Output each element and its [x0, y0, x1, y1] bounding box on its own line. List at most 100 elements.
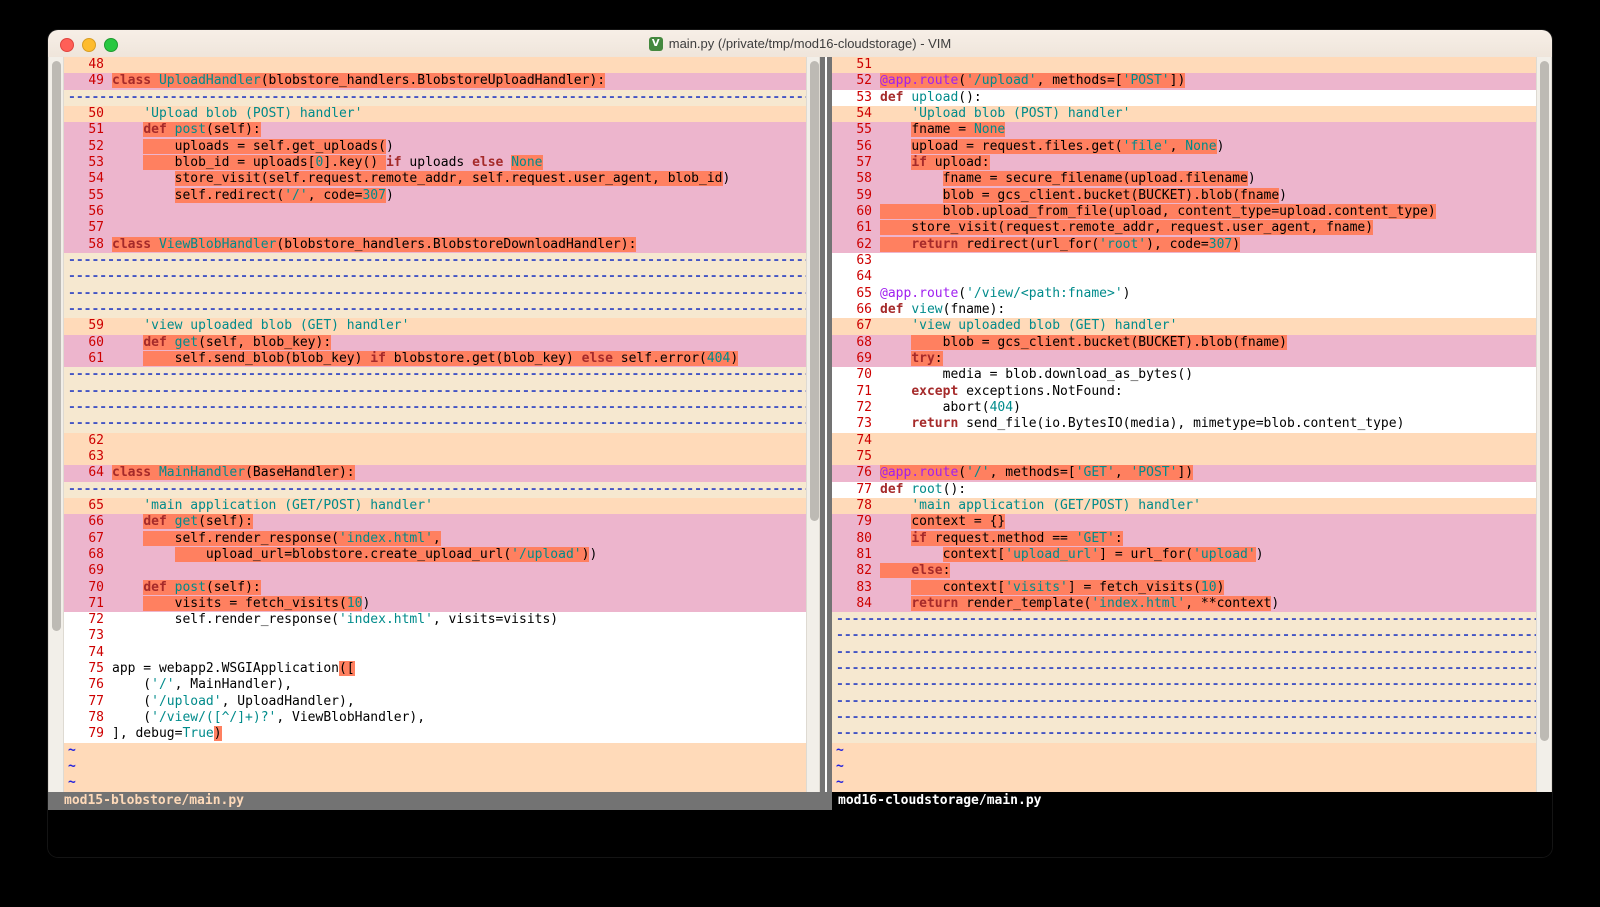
code-line[interactable]: 82 else:: [832, 563, 1536, 579]
code-line[interactable]: 83 context['visits'] = fetch_visits(10): [832, 580, 1536, 596]
right-scrollbar-thumb[interactable]: [1540, 61, 1549, 741]
code-line[interactable]: 72 self.render_response('index.html', vi…: [64, 612, 806, 628]
code-line[interactable]: 76@app.route('/', methods=['GET', 'POST'…: [832, 465, 1536, 481]
right-status-line[interactable]: mod16-cloudstorage/main.py: [832, 792, 1552, 810]
code-line[interactable]: 75app = webapp2.WSGIApplication([: [64, 661, 806, 677]
code-line[interactable]: 60 blob.upload_from_file(upload, content…: [832, 204, 1536, 220]
line-number: 64: [68, 465, 112, 481]
code-line[interactable]: 75: [832, 449, 1536, 465]
code-line[interactable]: 52@app.route('/upload', methods=['POST']…: [832, 73, 1536, 89]
line-number: 56: [836, 139, 880, 155]
code-line[interactable]: 65@app.route('/view/<path:fname>'): [832, 286, 1536, 302]
code-line[interactable]: 55 self.redirect('/', code=307): [64, 188, 806, 204]
line-number: 54: [836, 106, 880, 122]
code-line[interactable]: 64class MainHandler(BaseHandler):: [64, 465, 806, 481]
code-line[interactable]: 53 blob_id = uploads[0].key() if uploads…: [64, 155, 806, 171]
code-line[interactable]: 74: [64, 645, 806, 661]
right-buffer-lines: 5152@app.route('/upload', methods=['POST…: [832, 57, 1536, 792]
code-line[interactable]: 60 def get(self, blob_key):: [64, 335, 806, 351]
code-line[interactable]: 48: [64, 57, 806, 73]
right-scrollbar-track[interactable]: [1536, 57, 1552, 792]
code-line[interactable]: 78 'main application (GET/POST) handler': [832, 498, 1536, 514]
code-line[interactable]: 61 store_visit(request.remote_addr, requ…: [832, 220, 1536, 236]
code-line[interactable]: 49class UploadHandler(blobstore_handlers…: [64, 73, 806, 89]
code-line[interactable]: 70 media = blob.download_as_bytes(): [832, 367, 1536, 383]
diff-filler-line: ----------------------------------------…: [832, 628, 1536, 644]
diff-filler-line: ----------------------------------------…: [832, 645, 1536, 661]
code-line[interactable]: 62: [64, 433, 806, 449]
code-line[interactable]: 66def view(fname):: [832, 302, 1536, 318]
minimize-button[interactable]: [82, 38, 96, 52]
code-line[interactable]: 70 def post(self):: [64, 580, 806, 596]
middle-scrollbar-track[interactable]: [806, 57, 820, 792]
code-line[interactable]: 63: [64, 449, 806, 465]
code-line[interactable]: 78 ('/view/([^/]+)?', ViewBlobHandler),: [64, 710, 806, 726]
code-line[interactable]: 55 fname = None: [832, 122, 1536, 138]
left-editor-pane[interactable]: 4849class UploadHandler(blobstore_handle…: [64, 57, 806, 792]
code-line[interactable]: 64: [832, 269, 1536, 285]
code-line[interactable]: 63: [832, 253, 1536, 269]
code-line[interactable]: 66 def get(self):: [64, 514, 806, 530]
close-button[interactable]: [60, 38, 74, 52]
code-line[interactable]: 50 'Upload blob (POST) handler': [64, 106, 806, 122]
zoom-button[interactable]: [104, 38, 118, 52]
code-line[interactable]: 84 return render_template('index.html', …: [832, 596, 1536, 612]
code-line[interactable]: 56: [64, 204, 806, 220]
code-line[interactable]: 56 upload = request.files.get('file', No…: [832, 139, 1536, 155]
code-line[interactable]: 68 upload_url=blobstore.create_upload_ur…: [64, 547, 806, 563]
code-line[interactable]: 62 return redirect(url_for('root'), code…: [832, 237, 1536, 253]
code-line[interactable]: 57 if upload:: [832, 155, 1536, 171]
code-line[interactable]: 79 context = {}: [832, 514, 1536, 530]
line-number: 79: [68, 726, 112, 742]
line-number: 63: [68, 449, 112, 465]
code-line[interactable]: 59 'view uploaded blob (GET) handler': [64, 318, 806, 334]
left-scrollbar-thumb[interactable]: [52, 61, 61, 631]
code-line[interactable]: 57: [64, 220, 806, 236]
line-number: 64: [836, 269, 880, 285]
code-line[interactable]: 77 ('/upload', UploadHandler),: [64, 694, 806, 710]
left-status-line[interactable]: mod15-blobstore/main.py: [48, 792, 820, 810]
code-line[interactable]: 51: [832, 57, 1536, 73]
line-number: 83: [836, 580, 880, 596]
command-line-area[interactable]: [48, 810, 1552, 857]
code-line[interactable]: 52 uploads = self.get_uploads(): [64, 139, 806, 155]
code-line[interactable]: 69: [64, 563, 806, 579]
diff-filler-line: ----------------------------------------…: [832, 661, 1536, 677]
code-line[interactable]: 59 blob = gcs_client.bucket(BUCKET).blob…: [832, 188, 1536, 204]
code-line[interactable]: 73: [64, 628, 806, 644]
code-line[interactable]: 74: [832, 433, 1536, 449]
code-line[interactable]: 69 try:: [832, 351, 1536, 367]
title-bar[interactable]: V main.py (/private/tmp/mod16-cloudstora…: [48, 30, 1552, 58]
code-line[interactable]: 80 if request.method == 'GET':: [832, 531, 1536, 547]
code-line[interactable]: 58 fname = secure_filename(upload.filena…: [832, 171, 1536, 187]
code-line[interactable]: 61 self.send_blob(blob_key) if blobstore…: [64, 351, 806, 367]
diff-filler-line: ----------------------------------------…: [64, 416, 806, 432]
status-split-filler: [820, 792, 832, 810]
code-line[interactable]: 76 ('/', MainHandler),: [64, 677, 806, 693]
line-number: 58: [68, 237, 112, 253]
code-line[interactable]: 72 abort(404): [832, 400, 1536, 416]
code-line[interactable]: 58class ViewBlobHandler(blobstore_handle…: [64, 237, 806, 253]
code-line[interactable]: 68 blob = gcs_client.bucket(BUCKET).blob…: [832, 335, 1536, 351]
code-line[interactable]: 79], debug=True): [64, 726, 806, 742]
left-scrollbar-track[interactable]: [48, 57, 64, 792]
code-line[interactable]: 67 self.render_response('index.html',: [64, 531, 806, 547]
line-number: 81: [836, 547, 880, 563]
right-editor-pane[interactable]: 5152@app.route('/upload', methods=['POST…: [832, 57, 1536, 792]
line-number: 55: [68, 188, 112, 204]
code-line[interactable]: 65 'main application (GET/POST) handler': [64, 498, 806, 514]
code-line[interactable]: 54 store_visit(self.request.remote_addr,…: [64, 171, 806, 187]
code-line[interactable]: 71 except exceptions.NotFound:: [832, 384, 1536, 400]
code-line[interactable]: 67 'view uploaded blob (GET) handler': [832, 318, 1536, 334]
line-number: 84: [836, 596, 880, 612]
code-line[interactable]: 53def upload():: [832, 90, 1536, 106]
line-number: 50: [68, 106, 112, 122]
code-line[interactable]: 81 context['upload_url'] = url_for('uplo…: [832, 547, 1536, 563]
code-line[interactable]: 73 return send_file(io.BytesIO(media), m…: [832, 416, 1536, 432]
code-line[interactable]: 77def root():: [832, 482, 1536, 498]
code-line[interactable]: 71 visits = fetch_visits(10): [64, 596, 806, 612]
code-line[interactable]: 54 'Upload blob (POST) handler': [832, 106, 1536, 122]
code-line[interactable]: 51 def post(self):: [64, 122, 806, 138]
middle-scrollbar-thumb[interactable]: [810, 61, 819, 521]
vertical-split-bar[interactable]: [820, 57, 832, 792]
